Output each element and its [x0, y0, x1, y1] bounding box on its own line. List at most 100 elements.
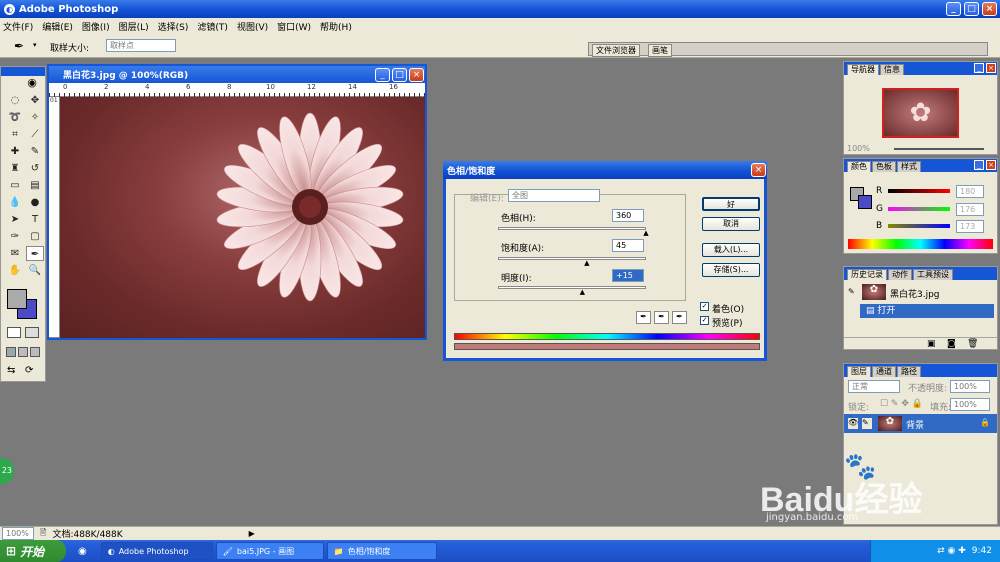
- saturation-value-input[interactable]: 45: [612, 239, 644, 252]
- dialog-close-button[interactable]: ×: [751, 163, 766, 177]
- nav-zoom-slider[interactable]: [894, 148, 984, 150]
- restore-button[interactable]: □: [964, 2, 979, 16]
- lightness-slider-track[interactable]: [498, 286, 646, 289]
- panel-minimize-icon[interactable]: _: [974, 63, 984, 73]
- lock-icons[interactable]: ☐ ✎ ✥ 🔒: [880, 399, 923, 409]
- tab-swatches[interactable]: 色板: [872, 161, 896, 172]
- history-brush-icon[interactable]: ↺: [26, 161, 44, 176]
- hue-slider-thumb[interactable]: ▲: [643, 230, 650, 237]
- tab-color[interactable]: 颜色: [847, 161, 871, 172]
- eyedropper-icon[interactable]: ✒: [636, 311, 651, 324]
- menu-help[interactable]: 帮助(H): [320, 20, 352, 33]
- brush-link-icon[interactable]: ✎: [862, 418, 872, 429]
- menu-layer[interactable]: 图层(L): [119, 20, 149, 33]
- new-snapshot-icon[interactable]: ◙: [947, 339, 956, 349]
- blur-icon[interactable]: 💧: [6, 195, 24, 210]
- pen-icon[interactable]: ✑: [6, 229, 24, 244]
- history-brush-icon[interactable]: ✎: [848, 287, 858, 297]
- status-zoom[interactable]: 100%: [2, 527, 34, 540]
- healing-icon[interactable]: ✚: [6, 144, 24, 159]
- lasso-icon[interactable]: ➰: [6, 110, 24, 125]
- tab-styles[interactable]: 样式: [897, 161, 921, 172]
- task-photoshop[interactable]: ◐ Adobe Photoshop: [100, 542, 213, 560]
- eyedropper-icon[interactable]: ✒: [14, 39, 24, 53]
- opacity-input[interactable]: 100%: [950, 380, 990, 393]
- fill-input[interactable]: 100%: [950, 398, 990, 411]
- nav-zoom-value[interactable]: 100%: [847, 144, 870, 153]
- notes-icon[interactable]: ✉: [6, 246, 24, 261]
- eyedropper-plus-icon[interactable]: ✒: [654, 311, 669, 324]
- cancel-button[interactable]: 取消: [702, 217, 760, 231]
- tab-channels[interactable]: 通道: [872, 366, 896, 377]
- tab-file-browser[interactable]: 文件浏览器: [592, 44, 640, 57]
- close-button[interactable]: ×: [982, 2, 997, 16]
- jump-icon[interactable]: ⟳: [25, 365, 41, 377]
- tab-brushes[interactable]: 画笔: [648, 44, 672, 57]
- menu-select[interactable]: 选择(S): [158, 20, 189, 33]
- tab-layers[interactable]: 图层: [847, 366, 871, 377]
- ok-button[interactable]: 好: [702, 197, 760, 211]
- preview-checkbox[interactable]: ✓: [700, 316, 709, 325]
- screen-mode-2-icon[interactable]: [18, 347, 28, 357]
- clock[interactable]: 9:42: [972, 546, 992, 556]
- snapshot-thumbnail[interactable]: ✿: [862, 284, 886, 300]
- menu-edit[interactable]: 编辑(E): [42, 20, 73, 33]
- doc-maximize-button[interactable]: □: [392, 68, 407, 82]
- eyedropper-minus-icon[interactable]: ✒: [672, 311, 687, 324]
- path-select-icon[interactable]: ➤: [6, 212, 24, 227]
- saturation-slider-track[interactable]: [498, 257, 646, 260]
- minimize-button[interactable]: _: [946, 2, 961, 16]
- trash-icon[interactable]: 🗑: [967, 339, 978, 349]
- bg-color-chip[interactable]: [858, 195, 872, 209]
- hue-slider-track[interactable]: [498, 227, 646, 230]
- foreground-color-front[interactable]: [7, 289, 27, 309]
- g-value[interactable]: 176: [956, 203, 984, 216]
- task-hue-dialog[interactable]: 📁 色相/饱和度: [326, 542, 437, 560]
- r-slider[interactable]: [888, 189, 950, 193]
- status-arrow-icon[interactable]: ▶: [249, 529, 255, 538]
- load-button[interactable]: 载入(L)...: [702, 243, 760, 257]
- stamp-icon[interactable]: ♜: [6, 161, 24, 176]
- tray-icons[interactable]: ⇄ ◉ ✚: [937, 546, 966, 556]
- crop-icon[interactable]: ⌗: [6, 127, 24, 142]
- colorize-checkbox[interactable]: ✓: [700, 302, 709, 311]
- eye-icon[interactable]: 👁: [848, 418, 858, 429]
- imageready-icon[interactable]: ⇆: [7, 365, 23, 377]
- marquee-icon[interactable]: ◌: [6, 93, 24, 108]
- tab-tool-presets[interactable]: 工具预设: [913, 269, 953, 280]
- b-slider[interactable]: [888, 224, 950, 228]
- saturation-slider-thumb[interactable]: ▲: [583, 260, 590, 267]
- panel-close-icon[interactable]: ×: [986, 160, 996, 170]
- color-ramp[interactable]: [848, 239, 993, 249]
- hand-icon[interactable]: ✋: [6, 263, 24, 278]
- magic-wand-icon[interactable]: ✧: [26, 110, 44, 125]
- snapshot-name[interactable]: 黑白花3.jpg: [890, 287, 940, 300]
- quicklaunch-icon[interactable]: ◉: [78, 546, 87, 557]
- type-icon[interactable]: T: [26, 212, 44, 227]
- screen-mode-3-icon[interactable]: [30, 347, 40, 357]
- adobe-eye-icon[interactable]: ◉: [21, 76, 43, 90]
- chevron-down-icon[interactable]: ▾: [33, 41, 37, 49]
- task-paint[interactable]: 🖌 bai5.JPG - 画图: [215, 542, 324, 560]
- edit-select[interactable]: 全图: [508, 189, 600, 202]
- doc-minimize-button[interactable]: _: [375, 68, 390, 82]
- save-button[interactable]: 存储(S)...: [702, 263, 760, 277]
- panel-minimize-icon[interactable]: _: [974, 160, 984, 170]
- eyedropper-tool-icon[interactable]: ✒: [26, 246, 44, 261]
- slice-icon[interactable]: ⟋: [26, 127, 44, 142]
- lightness-value-input[interactable]: +15: [612, 269, 644, 282]
- panel-close-icon[interactable]: ×: [986, 63, 996, 73]
- image-canvas[interactable]: [60, 97, 425, 338]
- screen-mode-1-icon[interactable]: [6, 347, 16, 357]
- menu-view[interactable]: 视图(V): [237, 20, 268, 33]
- menu-filter[interactable]: 滤镜(T): [197, 20, 228, 33]
- standard-mode-icon[interactable]: [7, 327, 21, 338]
- eraser-icon[interactable]: ▭: [6, 178, 24, 193]
- tab-paths[interactable]: 路径: [897, 366, 921, 377]
- floating-badge[interactable]: 23: [0, 458, 14, 484]
- doc-close-button[interactable]: ×: [409, 68, 424, 82]
- menu-window[interactable]: 窗口(W): [277, 20, 311, 33]
- r-value[interactable]: 180: [956, 185, 984, 198]
- navigator-thumbnail[interactable]: ✿: [882, 88, 959, 138]
- tab-info[interactable]: 信息: [880, 64, 904, 75]
